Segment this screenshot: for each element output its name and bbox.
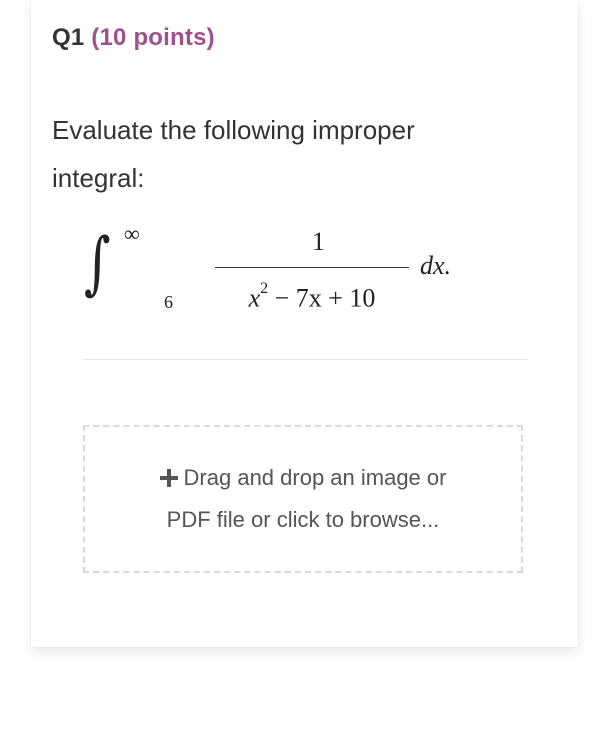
fraction-denominator: x2 − 7x + 10	[215, 278, 409, 314]
file-upload-dropzone[interactable]: Drag and drop an image or PDF file or cl…	[83, 425, 523, 573]
integral-sign: ∫	[84, 224, 111, 303]
question-title: Q1 (10 points)	[52, 24, 215, 52]
denominator-rest: − 7x + 10	[268, 283, 376, 313]
dropzone-label: Drag and drop an image or PDF file or cl…	[123, 457, 483, 541]
plus-icon	[159, 469, 178, 487]
integral-expression: ∫ ∞ 6 1 x2 − 7x + 10 dx.	[84, 222, 514, 318]
question-points: (10 points)	[91, 24, 215, 51]
page: Q1 (10 points) Evaluate the following im…	[0, 0, 603, 741]
denominator-variable: x	[248, 283, 261, 313]
fraction-numerator: 1	[312, 227, 325, 256]
question-number: Q1	[52, 24, 85, 51]
dropzone-line-1: Drag and drop an image or	[183, 465, 447, 490]
dropzone-line-2: PDF file or click to browse...	[166, 507, 440, 532]
differential: dx.	[420, 251, 452, 280]
fraction-bar	[215, 267, 409, 268]
lower-limit: 6	[164, 292, 173, 312]
divider	[83, 359, 527, 360]
question-prompt: Evaluate the following improper integral…	[52, 115, 415, 193]
upper-limit: ∞	[124, 221, 140, 246]
denominator-exponent: 2	[260, 280, 269, 297]
